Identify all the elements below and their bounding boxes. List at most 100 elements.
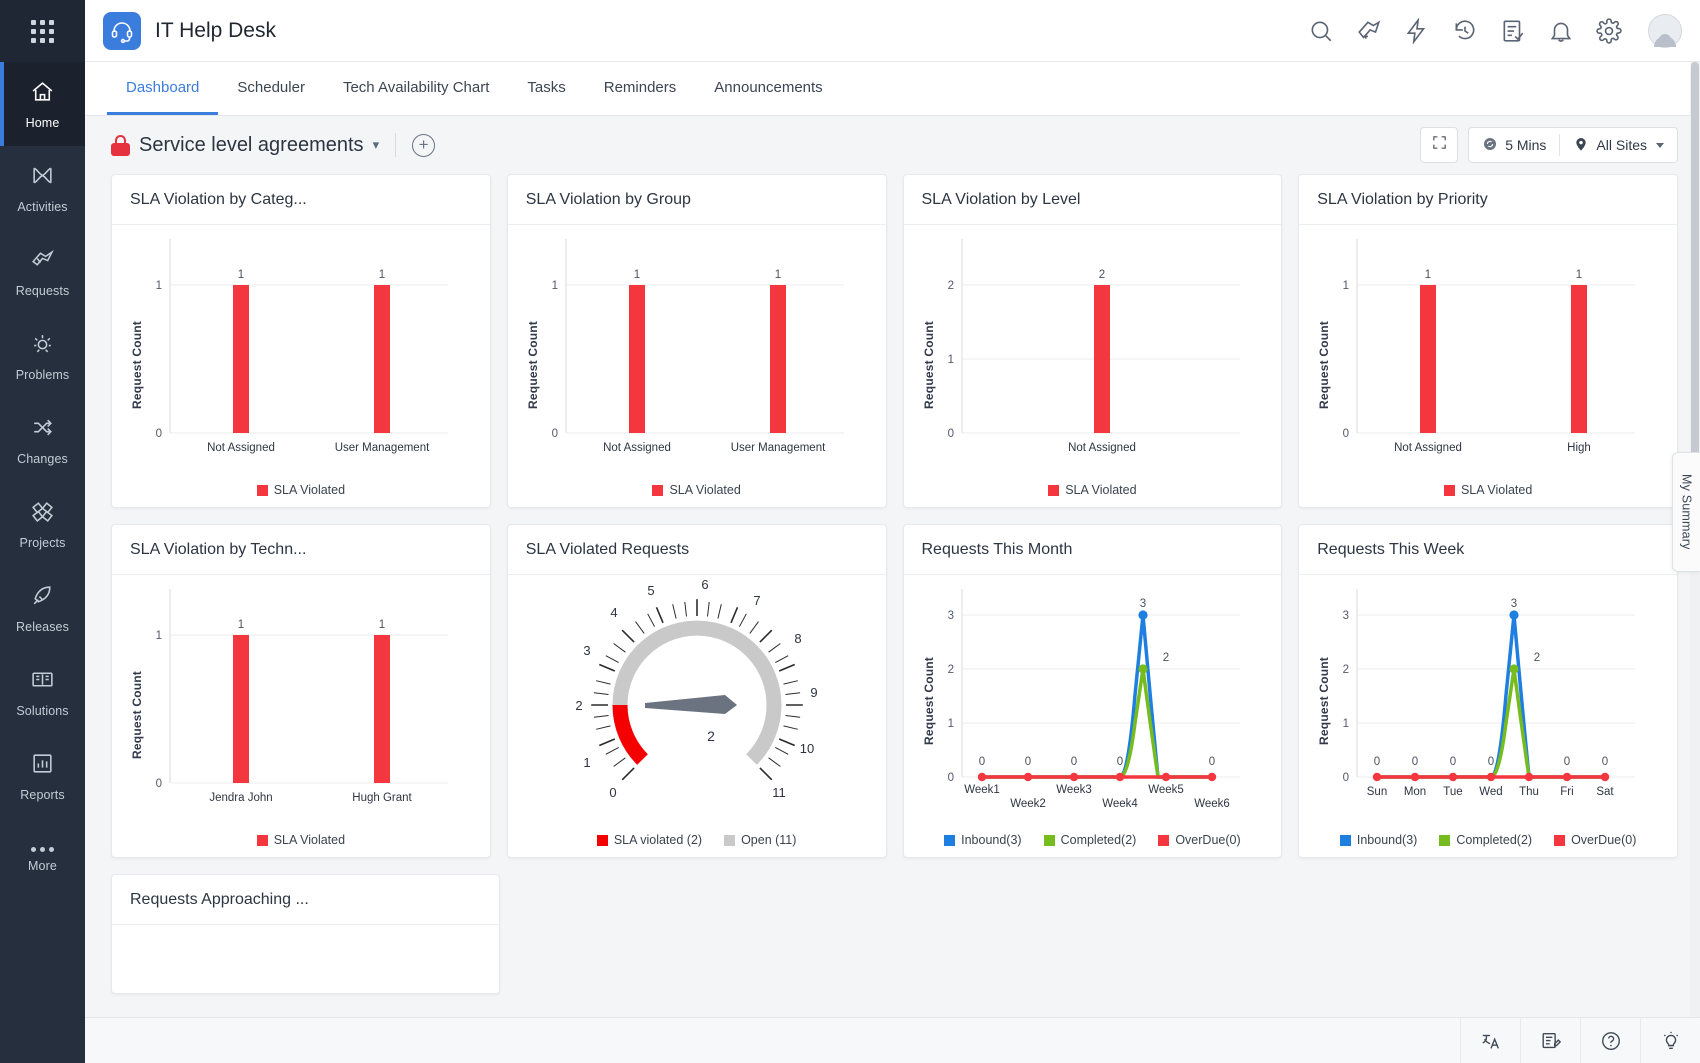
sidebar-item-projects[interactable]: Projects [0,482,85,566]
main-column: IT Help Desk [85,0,1700,1063]
legend-item[interactable]: OverDue(0) [1554,833,1636,847]
tips-icon[interactable] [1640,1018,1700,1063]
svg-text:1: 1 [156,280,162,292]
widget-sla-violation-by-technician: SLA Violation by Techn... Request Count … [111,524,491,858]
settings-icon[interactable] [1596,18,1622,44]
svg-text:1: 1 [379,619,385,631]
chart-area[interactable]: Request Count 1 0 1 1 Not Assigned [112,225,490,473]
legend-label: SLA Violated [1461,483,1532,497]
chart-area[interactable]: Request Count 2 1 0 2 Not Assigned [904,225,1282,473]
widget-title: Requests Approaching ... [112,875,499,925]
legend-item[interactable]: SLA Violated [1444,483,1532,497]
sidebar-item-reports[interactable]: Reports [0,734,85,818]
legend-item[interactable]: Completed(2) [1044,833,1137,847]
search-icon[interactable] [1308,18,1334,44]
svg-text:5: 5 [647,583,654,598]
widget-sla-violation-by-priority: SLA Violation by Priority Request Count … [1298,174,1678,508]
widget-row-2: SLA Violation by Techn... Request Count … [111,524,1678,858]
legend-item[interactable]: SLA violated (2) [597,833,702,847]
svg-text:3: 3 [1511,598,1517,610]
chart-area[interactable]: 0 1 2 3 4 5 6 7 8 9 [508,575,886,823]
tab-reminders[interactable]: Reminders [585,62,696,115]
legend-label: SLA violated (2) [614,833,702,847]
bar-chart: 1 0 1 1 Jendra John Hugh Grant [112,575,452,823]
sidebar-item-problems[interactable]: Problems [0,314,85,398]
dashboard-title[interactable]: Service level agreements [139,134,364,157]
y-axis-label: Request Count [130,671,144,759]
tab-scheduler[interactable]: Scheduler [218,62,324,115]
tab-tech-availability-chart[interactable]: Tech Availability Chart [324,62,508,115]
new-ticket-icon[interactable] [1356,18,1382,44]
widget-requests-this-month: Requests This Month Request Count 3 2 1 [903,524,1283,858]
my-summary-label: My Summary [1680,474,1694,550]
legend-item[interactable]: Open (11) [724,833,796,847]
add-widget-button[interactable]: + [412,134,435,157]
tab-announcements[interactable]: Announcements [695,62,841,115]
problems-icon [30,331,55,361]
svg-text:2: 2 [1162,652,1168,664]
sidebar-item-label: Requests [16,284,70,298]
legend-item[interactable]: Inbound(3) [1340,833,1417,847]
notifications-icon[interactable] [1548,18,1574,44]
legend-item[interactable]: SLA Violated [257,833,345,847]
svg-text:1: 1 [156,630,162,642]
chart-area[interactable]: Request Count 1 0 1 1 Jendra John [112,575,490,823]
sidebar-item-activities[interactable]: Activities [0,146,85,230]
widget-title: SLA Violation by Categ... [112,175,490,225]
brand[interactable]: IT Help Desk [103,12,276,50]
app-grid-icon [31,20,54,43]
svg-text:Week1: Week1 [964,784,1000,796]
svg-text:1: 1 [551,280,557,292]
legend-item[interactable]: SLA Violated [1048,483,1136,497]
sidebar-item-label: Activities [17,200,67,214]
svg-text:3: 3 [1343,610,1349,622]
divider [395,133,396,157]
chart-area[interactable]: Request Count 1 0 1 1 Not Assigned [508,225,886,473]
chart-area[interactable]: Request Count 1 0 1 1 Not Assigned [1299,225,1677,473]
site-selector-button[interactable]: All Sites [1560,128,1677,162]
refresh-interval-button[interactable]: 5 Mins [1469,128,1559,162]
translate-icon[interactable] [1460,1018,1520,1063]
svg-text:1: 1 [1576,269,1582,281]
legend-item[interactable]: Completed(2) [1439,833,1532,847]
svg-text:Not Assigned: Not Assigned [1394,442,1462,454]
svg-text:Hugh Grant: Hugh Grant [352,792,412,804]
tab-dashboard[interactable]: Dashboard [107,62,218,115]
approvals-icon[interactable] [1500,18,1526,44]
legend-item[interactable]: SLA Violated [652,483,740,497]
my-summary-tab[interactable]: My Summary [1672,452,1700,572]
chart-legend: SLA Violated [112,823,490,857]
chevron-down-icon[interactable]: ▾ [373,137,380,153]
tab-tasks[interactable]: Tasks [508,62,584,115]
sidebar-item-requests[interactable]: Requests [0,230,85,314]
svg-text:3: 3 [947,610,953,622]
chart-area[interactable]: Request Count 3 2 1 0 [1299,575,1677,823]
sidebar-item-home[interactable]: Home [0,62,85,146]
sidebar-item-changes[interactable]: Changes [0,398,85,482]
chart-area[interactable]: Request Count 3 2 1 0 [904,575,1282,823]
history-icon[interactable] [1452,18,1478,44]
sidebar-item-releases[interactable]: Releases [0,566,85,650]
refresh-interval-label: 5 Mins [1505,137,1546,153]
quick-actions-icon[interactable] [1404,18,1430,44]
feedback-icon[interactable] [1520,1018,1580,1063]
scrollbar-thumb[interactable] [1691,62,1699,482]
legend-item[interactable]: OverDue(0) [1158,833,1240,847]
svg-text:Not Assigned: Not Assigned [603,442,671,454]
legend-swatch [1044,835,1055,846]
svg-text:1: 1 [1343,280,1349,292]
left-sidebar: Home Activities Requests Problems [0,0,85,1063]
sidebar-item-solutions[interactable]: Solutions [0,650,85,734]
legend-item[interactable]: Inbound(3) [944,833,1021,847]
avatar[interactable] [1644,14,1678,48]
legend-item[interactable]: SLA Violated [257,483,345,497]
y-axis-label: Request Count [130,321,144,409]
y-axis-label: Request Count [526,321,540,409]
svg-text:2: 2 [947,280,953,292]
help-icon[interactable] [1580,1018,1640,1063]
app-grid-button[interactable] [0,0,85,62]
sidebar-item-more[interactable]: More [0,818,85,902]
svg-text:1: 1 [1343,718,1349,730]
chart-area[interactable] [112,925,499,993]
fullscreen-button[interactable] [1420,127,1458,163]
